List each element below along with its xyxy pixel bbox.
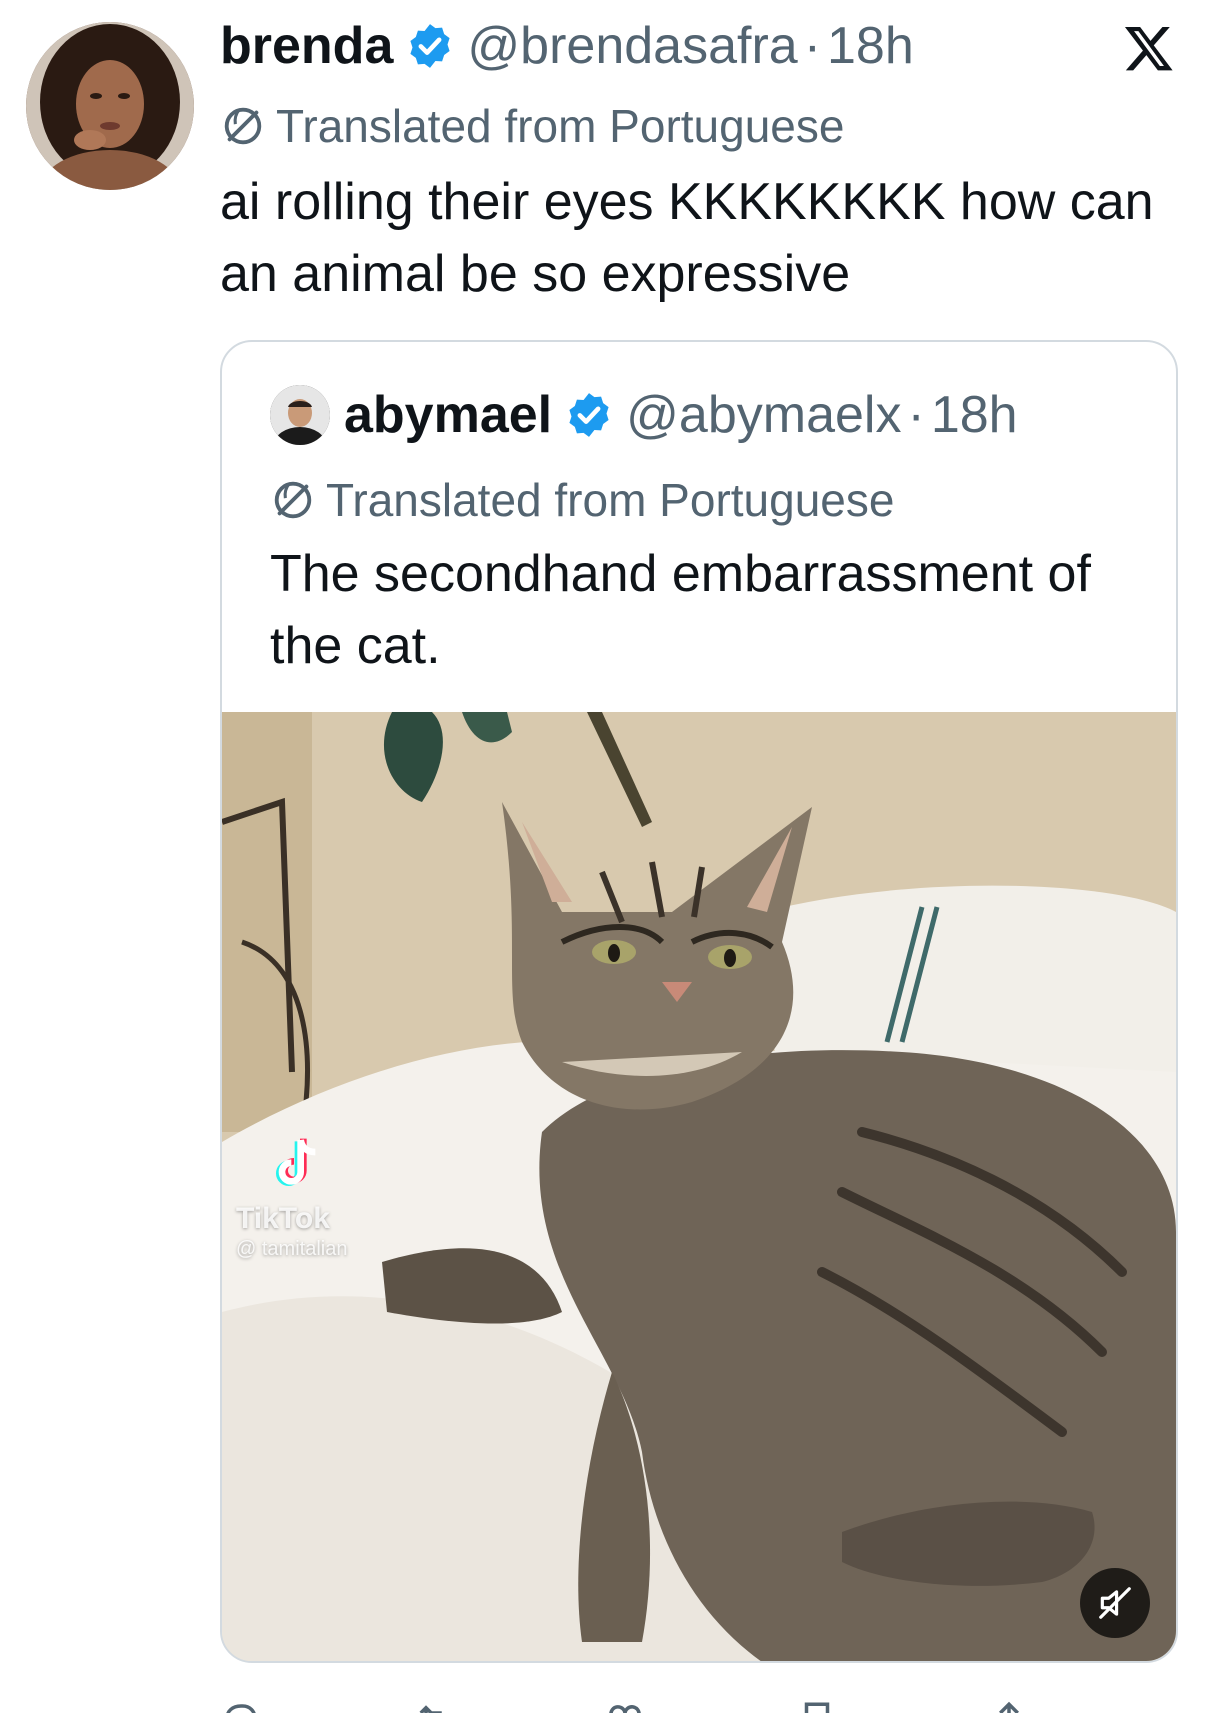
bookmark-button[interactable] (796, 1690, 988, 1713)
tweet-text: ai rolling their eyes KKKKKKKK how can a… (220, 173, 1154, 303)
reply-button[interactable] (220, 1690, 412, 1713)
quoted-author-avatar-image (270, 385, 330, 445)
verified-badge-icon (410, 24, 450, 68)
retweet-button[interactable] (412, 1690, 604, 1713)
header-separator: · (803, 17, 822, 75)
quoted-author-handle: @abymaelx (626, 386, 902, 444)
quoted-verified-badge-icon (569, 393, 609, 437)
tiktok-brand-text: TikTok (236, 1202, 330, 1235)
author-avatar[interactable] (26, 22, 194, 190)
speaker-muted-icon (1099, 1587, 1131, 1619)
quoted-author-avatar (270, 385, 330, 445)
tweet-action-bar (220, 1690, 1180, 1713)
tweet: brenda @brendasafra · 18h Translated fro… (0, 0, 1206, 1713)
quoted-tweet-timestamp: 18h (930, 386, 1018, 444)
tweet-timestamp[interactable]: 18h (827, 14, 914, 78)
translate-globe-icon (224, 107, 262, 145)
quoted-tweet-card[interactable]: abymael @abymaelx · 18h Translated from … (220, 340, 1178, 1663)
video-player[interactable]: TikTok @ tamitalian (222, 712, 1176, 1661)
quoted-header-separator: · (907, 386, 925, 444)
quoted-tweet-text: The secondhand embarrassment of the cat. (270, 545, 1091, 675)
quoted-translated-label-text: Translated from Portuguese (326, 474, 895, 526)
share-button[interactable] (988, 1690, 1180, 1713)
like-icon (609, 1705, 641, 1713)
tiktok-logo-icon (276, 1138, 316, 1186)
tiktok-username-text: @ tamitalian (236, 1238, 348, 1260)
bookmark-icon (804, 1702, 830, 1713)
author-handle[interactable]: @brendasafra (467, 14, 797, 78)
share-icon (999, 1701, 1019, 1713)
translate-globe-icon (274, 481, 312, 519)
quoted-tweet-header: abymael @abymaelx · 18h (270, 384, 1018, 446)
author-avatar-image (26, 22, 194, 190)
cat-video-frame (222, 712, 1176, 1661)
tweet-header: brenda @brendasafra · 18h (220, 14, 914, 78)
tiktok-watermark: TikTok @ tamitalian (236, 1132, 347, 1261)
reply-icon (226, 1704, 256, 1713)
mute-toggle-button[interactable] (1080, 1568, 1150, 1638)
retweet-icon (419, 1705, 442, 1713)
translated-label-text: Translated from Portuguese (276, 100, 845, 152)
quoted-translated-label[interactable]: Translated from Portuguese (270, 470, 894, 530)
like-button[interactable] (604, 1690, 796, 1713)
quoted-author-display-name: abymael (344, 386, 553, 444)
author-display-name[interactable]: brenda (220, 14, 393, 78)
x-logo-icon (1124, 26, 1173, 71)
translated-label[interactable]: Translated from Portuguese (220, 96, 844, 156)
